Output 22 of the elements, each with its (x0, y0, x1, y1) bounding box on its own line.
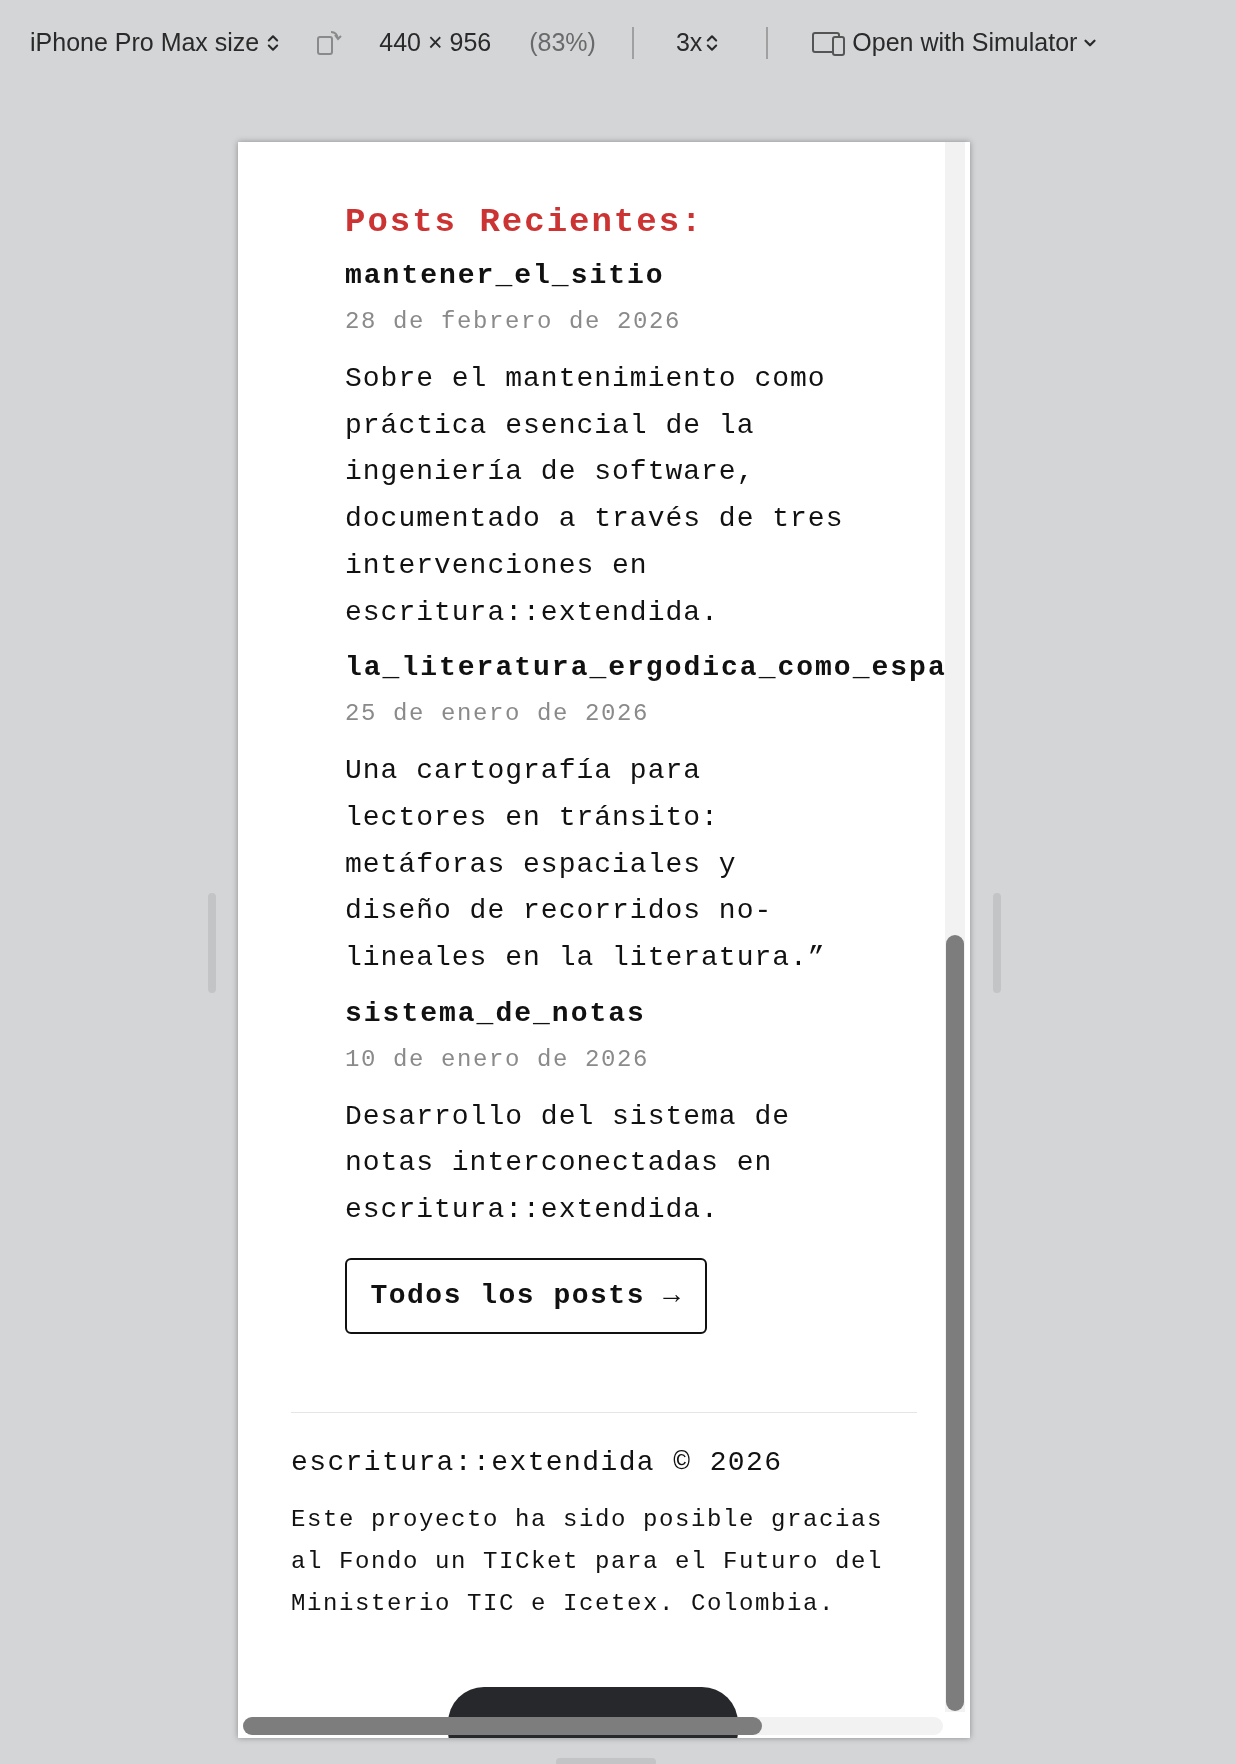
devices-icon[interactable] (812, 29, 847, 56)
device-size-label[interactable]: iPhone Pro Max size (30, 23, 260, 62)
all-posts-button[interactable]: Todos los posts → (345, 1257, 707, 1334)
scale-selector[interactable]: 3x (675, 23, 703, 62)
open-with-simulator-button[interactable]: Open with Simulator (852, 23, 1078, 62)
copyright-text: escritura::extendida © 2026 (291, 1445, 784, 1480)
post-summary: Una cartografía para lectores en tránsito: metáforas espaciales y diseño de recorridos no-lineales en la literatura.” (345, 754, 827, 976)
rotate-icon[interactable] (315, 28, 344, 57)
scrollbar-thumb[interactable] (243, 1717, 762, 1735)
post-title-link[interactable]: la_literatura_ergodica_como_espa (345, 648, 970, 689)
post-date: 25 de enero de 2026 (345, 699, 651, 730)
footer-note: Este proyecto ha sido posible gracias al Fondo un TICket para el Futuro del Ministerio TIC e Icetex. Colombia. (291, 1504, 885, 1619)
section-heading: Posts Recientes: (345, 202, 705, 243)
scrollbar-thumb[interactable] (946, 935, 964, 1711)
dimensions-text: 440 × 956 (379, 26, 492, 58)
zoom-percent-text: (83%) (529, 26, 596, 58)
post-title-link[interactable]: sistema_de_notas (345, 993, 970, 1034)
post-title-link[interactable]: mantener_el_sitio (345, 256, 970, 296)
post-summary: Sobre el mantenimiento como práctica esencial de la ingeniería de software, documentado a través de tres intervenciones en escritura::extendida. (345, 362, 845, 630)
post-date: 10 de enero de 2026 (345, 1044, 651, 1075)
post-date: 28 de febrero de 2026 (345, 307, 683, 337)
post-summary: Desarrollo del sistema de notas interconectadas en escritura::extendida. (345, 1099, 792, 1228)
